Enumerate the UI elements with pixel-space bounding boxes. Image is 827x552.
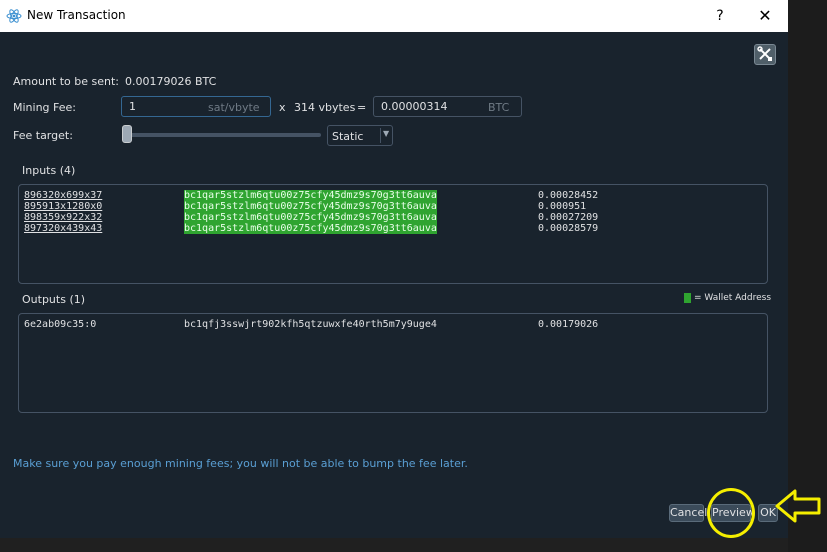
tools-icon [757,46,772,61]
cancel-button[interactable]: Cancel [669,504,707,522]
input-address: bc1qar5stzlm6qtu00z75cfy45dmz9s70g3tt6au… [184,212,437,223]
mining-fee-label: Mining Fee: [13,101,76,114]
fee-rate-unit: sat/vbyte [208,101,260,114]
fee-warning-note: Make sure you pay enough mining fees; yo… [13,457,468,470]
outputs-label: Outputs (1) [22,293,86,306]
outputs-list[interactable]: 6e2ab09c35:0 bc1qfj3sswjrt902kfh5qtzuwxf… [18,313,768,413]
select-divider [380,128,381,143]
output-amount: 0.00179026 [538,319,599,330]
fee-total-value: 0.00000314 [381,100,448,113]
fee-total-input[interactable]: 0.00000314 BTC [373,96,522,117]
fee-target-slider[interactable] [127,133,321,137]
inputs-label: Inputs (4) [22,164,76,177]
new-transaction-dialog: New Transaction ? ✕ Amount to be sent: 0… [0,0,788,538]
title-bar: New Transaction ? ✕ [0,0,788,32]
fee-total-unit: BTC [488,101,510,114]
fee-rate-value: 1 [129,100,136,113]
output-outpoint: 6e2ab09c35:0 [24,319,97,330]
background-strip [0,538,788,552]
wallet-address-swatch [684,293,691,303]
input-address: bc1qar5stzlm6qtu00z75cfy45dmz9s70g3tt6au… [184,223,437,234]
chevron-down-icon: ▼ [383,129,390,138]
input-address: bc1qar5stzlm6qtu00z75cfy45dmz9s70g3tt6au… [184,201,437,212]
input-amount: 0.00028452 [538,190,599,201]
amount-label: Amount to be sent: [13,75,119,88]
help-button[interactable]: ? [708,5,732,27]
equals-sign: = [357,101,367,114]
input-address: bc1qar5stzlm6qtu00z75cfy45dmz9s70g3tt6au… [184,190,437,201]
tools-button[interactable] [754,44,776,65]
fee-mode-value: Static [332,130,364,143]
input-outpoint[interactable]: 897320x439x43 [24,223,102,234]
input-outpoint[interactable]: 898359x922x32 [24,212,102,223]
background-strip [788,0,827,552]
fee-mode-select[interactable]: Static ▼ [327,125,393,146]
vbytes-value: 314 vbytes [294,101,356,114]
fee-target-slider-handle[interactable] [122,125,132,143]
output-address: bc1qfj3sswjrt902kfh5qtzuwxfe40rth5m7y9ug… [184,319,437,330]
wallet-address-legend: = Wallet Address [694,293,772,303]
fee-rate-input[interactable]: 1 sat/vbyte [121,96,271,117]
fee-target-label: Fee target: [13,129,73,142]
inputs-list[interactable]: 896320x699x37 bc1qar5stzlm6qtu00z75cfy45… [18,184,768,284]
close-button[interactable]: ✕ [753,5,777,27]
input-amount: 0.00028579 [538,223,599,234]
amount-value: 0.00179026 BTC [125,75,217,88]
times-sign: x [279,101,286,114]
input-outpoint[interactable]: 896320x699x37 [24,190,102,201]
react-atom-icon [6,9,22,23]
preview-button[interactable]: Preview [711,504,755,522]
input-amount: 0.000951 [538,201,587,212]
window-title: New Transaction [27,8,126,22]
input-outpoint[interactable]: 895913x1280x0 [24,201,102,212]
ok-button[interactable]: OK [758,504,778,522]
input-amount: 0.00027209 [538,212,599,223]
